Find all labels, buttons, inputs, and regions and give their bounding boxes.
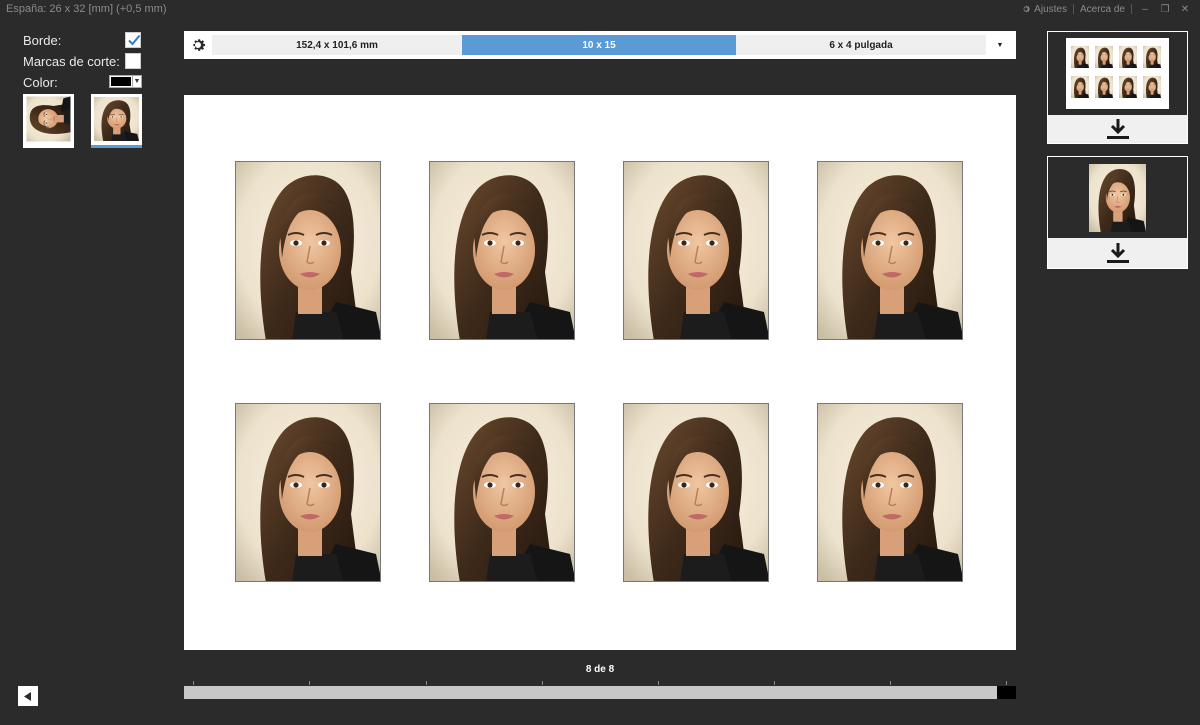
back-button[interactable]	[18, 686, 38, 706]
chevron-down-icon[interactable]: ▼	[986, 35, 1014, 55]
color-label: Color:	[23, 75, 58, 90]
options-panel: Borde: Marcas de corte: Color: ▼	[23, 30, 143, 148]
download-sheet-button[interactable]	[1048, 115, 1187, 143]
page-counter: 8 de 8	[585, 664, 615, 675]
format-option-mm[interactable]: 152,4 x 101,6 mm	[212, 35, 462, 55]
download-icon	[1106, 119, 1129, 139]
format-option-inches[interactable]: 6 x 4 pulgada	[736, 35, 986, 55]
tick-mark	[426, 681, 427, 685]
minimize-button[interactable]: –	[1138, 3, 1152, 15]
tick-mark	[309, 681, 310, 685]
scroll-ticks	[184, 681, 1016, 685]
orientation-thumbnails	[23, 94, 142, 148]
about-link[interactable]: Acerca de	[1080, 4, 1125, 15]
print-sheet-preview	[184, 95, 1016, 650]
tick-mark	[658, 681, 659, 685]
passport-photo	[623, 403, 769, 582]
sheet-thumbnail-image	[1066, 38, 1169, 109]
chevron-down-icon: ▼	[132, 76, 141, 87]
border-option: Borde:	[23, 30, 143, 51]
restore-button[interactable]: ❐	[1158, 3, 1172, 15]
border-checkbox[interactable]	[125, 32, 141, 48]
color-option: Color: ▼	[23, 72, 143, 93]
gear-icon	[193, 39, 206, 51]
download-icon	[1106, 243, 1129, 263]
passport-photo	[623, 161, 769, 340]
passport-photo	[235, 161, 381, 340]
tick-mark	[542, 681, 543, 685]
portrait-thumbnail[interactable]	[91, 94, 142, 148]
passport-photo	[235, 403, 381, 582]
cut-marks-option: Marcas de corte:	[23, 51, 143, 72]
single-photo-image	[1089, 164, 1146, 232]
separator	[1072, 4, 1074, 14]
settings-label: Ajustes	[1034, 3, 1067, 15]
cut-marks-checkbox[interactable]	[125, 53, 141, 69]
title-bar: España: 26 x 32 [mm] (+0,5 mm) Ajustes A…	[0, 0, 1200, 20]
separator	[1131, 4, 1132, 14]
passport-photo	[429, 403, 575, 582]
tick-mark	[193, 681, 194, 685]
window-controls: Ajustes Acerca de – ❐ ✕	[1021, 3, 1192, 15]
selected-indicator	[91, 145, 142, 148]
settings-link[interactable]: Ajustes	[1021, 4, 1067, 15]
format-selector: 152,4 x 101,6 mm 10 x 15 6 x 4 pulgada ▼	[184, 31, 1016, 59]
border-label: Borde:	[23, 33, 62, 48]
gear-icon	[1023, 5, 1031, 13]
cut-marks-label: Marcas de corte:	[23, 54, 120, 69]
export-sheet-card	[1047, 31, 1188, 144]
passport-photo	[817, 403, 963, 582]
sheet-thumbnail[interactable]	[1048, 32, 1187, 115]
color-swatch	[110, 76, 132, 87]
format-settings-button[interactable]	[184, 31, 212, 59]
passport-photo	[817, 161, 963, 340]
landscape-thumbnail[interactable]	[23, 94, 74, 148]
portrait-image	[94, 97, 139, 141]
format-option-10x15[interactable]: 10 x 15	[462, 35, 736, 55]
color-picker[interactable]: ▼	[109, 75, 142, 88]
triangle-left-icon	[24, 691, 31, 701]
page-scrollbar[interactable]	[184, 686, 1016, 699]
window-title: España: 26 x 32 [mm] (+0,5 mm)	[6, 3, 167, 15]
single-photo-thumbnail[interactable]	[1048, 157, 1187, 238]
passport-photo	[429, 161, 575, 340]
close-button[interactable]: ✕	[1178, 3, 1192, 15]
tick-mark	[1006, 681, 1007, 685]
tick-mark	[890, 681, 891, 685]
export-single-card	[1047, 156, 1188, 269]
scrollbar-thumb[interactable]	[997, 686, 1016, 699]
tick-mark	[774, 681, 775, 685]
check-icon	[128, 34, 141, 46]
download-single-button[interactable]	[1048, 238, 1187, 268]
portrait-landscape-image	[26, 96, 71, 142]
